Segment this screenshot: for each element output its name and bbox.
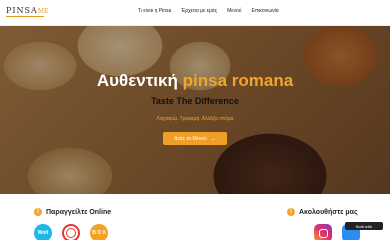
hero-overlay	[0, 26, 390, 194]
instagram-icon	[318, 228, 328, 238]
built-with-text: Built with	[355, 223, 372, 229]
site-header: PINSAME Τι είναι η Pinsa Έρχεται με εμάς…	[0, 0, 390, 26]
bottom-section: ! Παραγγείλτε Online ! Ακολουθήστε μας W…	[0, 194, 390, 240]
logo-text: PINSA	[6, 6, 38, 15]
main-nav: Τι είναι η Pinsa Έρχεται με εμάς Μενού Ε…	[138, 8, 279, 14]
hero-subtitle: Taste The Difference	[151, 96, 239, 106]
view-menu-button[interactable]: Δείτε το Μενού →	[163, 132, 227, 145]
efood-icon	[66, 228, 76, 238]
logo-underline	[6, 16, 44, 17]
logo-suffix: ME	[37, 8, 49, 15]
instagram-link[interactable]	[314, 224, 332, 240]
nav-link-what-is-pinsa[interactable]: Τι είναι η Pinsa	[138, 8, 171, 14]
page: PINSAME Τι είναι η Pinsa Έρχεται με εμάς…	[0, 0, 390, 240]
nav-link-contact[interactable]: Επικοινωνία	[252, 8, 279, 14]
hero-title-main: Αυθεντική	[96, 71, 178, 90]
info-icon: !	[34, 208, 42, 216]
efood-link[interactable]	[62, 224, 80, 240]
box-logo-text: B O X	[92, 230, 106, 236]
follow-us-heading: ! Ακολουθήστε μας	[287, 208, 358, 216]
follow-us-title: Ακολουθήστε μας	[299, 208, 358, 216]
logo[interactable]: PINSAME	[6, 6, 48, 15]
box-link[interactable]: B O X	[90, 224, 108, 240]
order-online-title: Παραγγείλτε Online	[46, 208, 112, 216]
wolt-logo-text: Wolt	[37, 230, 49, 236]
info-icon: !	[287, 208, 295, 216]
order-online-heading: ! Παραγγείλτε Online	[34, 208, 111, 216]
hero-title: Αυθεντική pinsa romana	[0, 71, 390, 91]
wolt-link[interactable]: Wolt	[34, 224, 52, 240]
nav-link-work-with-us[interactable]: Έρχεται με εμάς	[181, 8, 217, 14]
hero-title-accent: pinsa romana	[182, 71, 294, 90]
hero-banner: Αυθεντική pinsa romana Taste The Differe…	[0, 26, 390, 194]
view-menu-label: Δείτε το Μενού	[174, 135, 207, 142]
nav-link-menu[interactable]: Μενού	[227, 8, 241, 14]
arrow-right-icon: →	[209, 135, 216, 142]
built-with-badge[interactable]: Built with	[345, 222, 383, 230]
hero-tagline: Λαχταρώ. Τρυφερή. Αλλάζει στόμα	[156, 116, 234, 122]
